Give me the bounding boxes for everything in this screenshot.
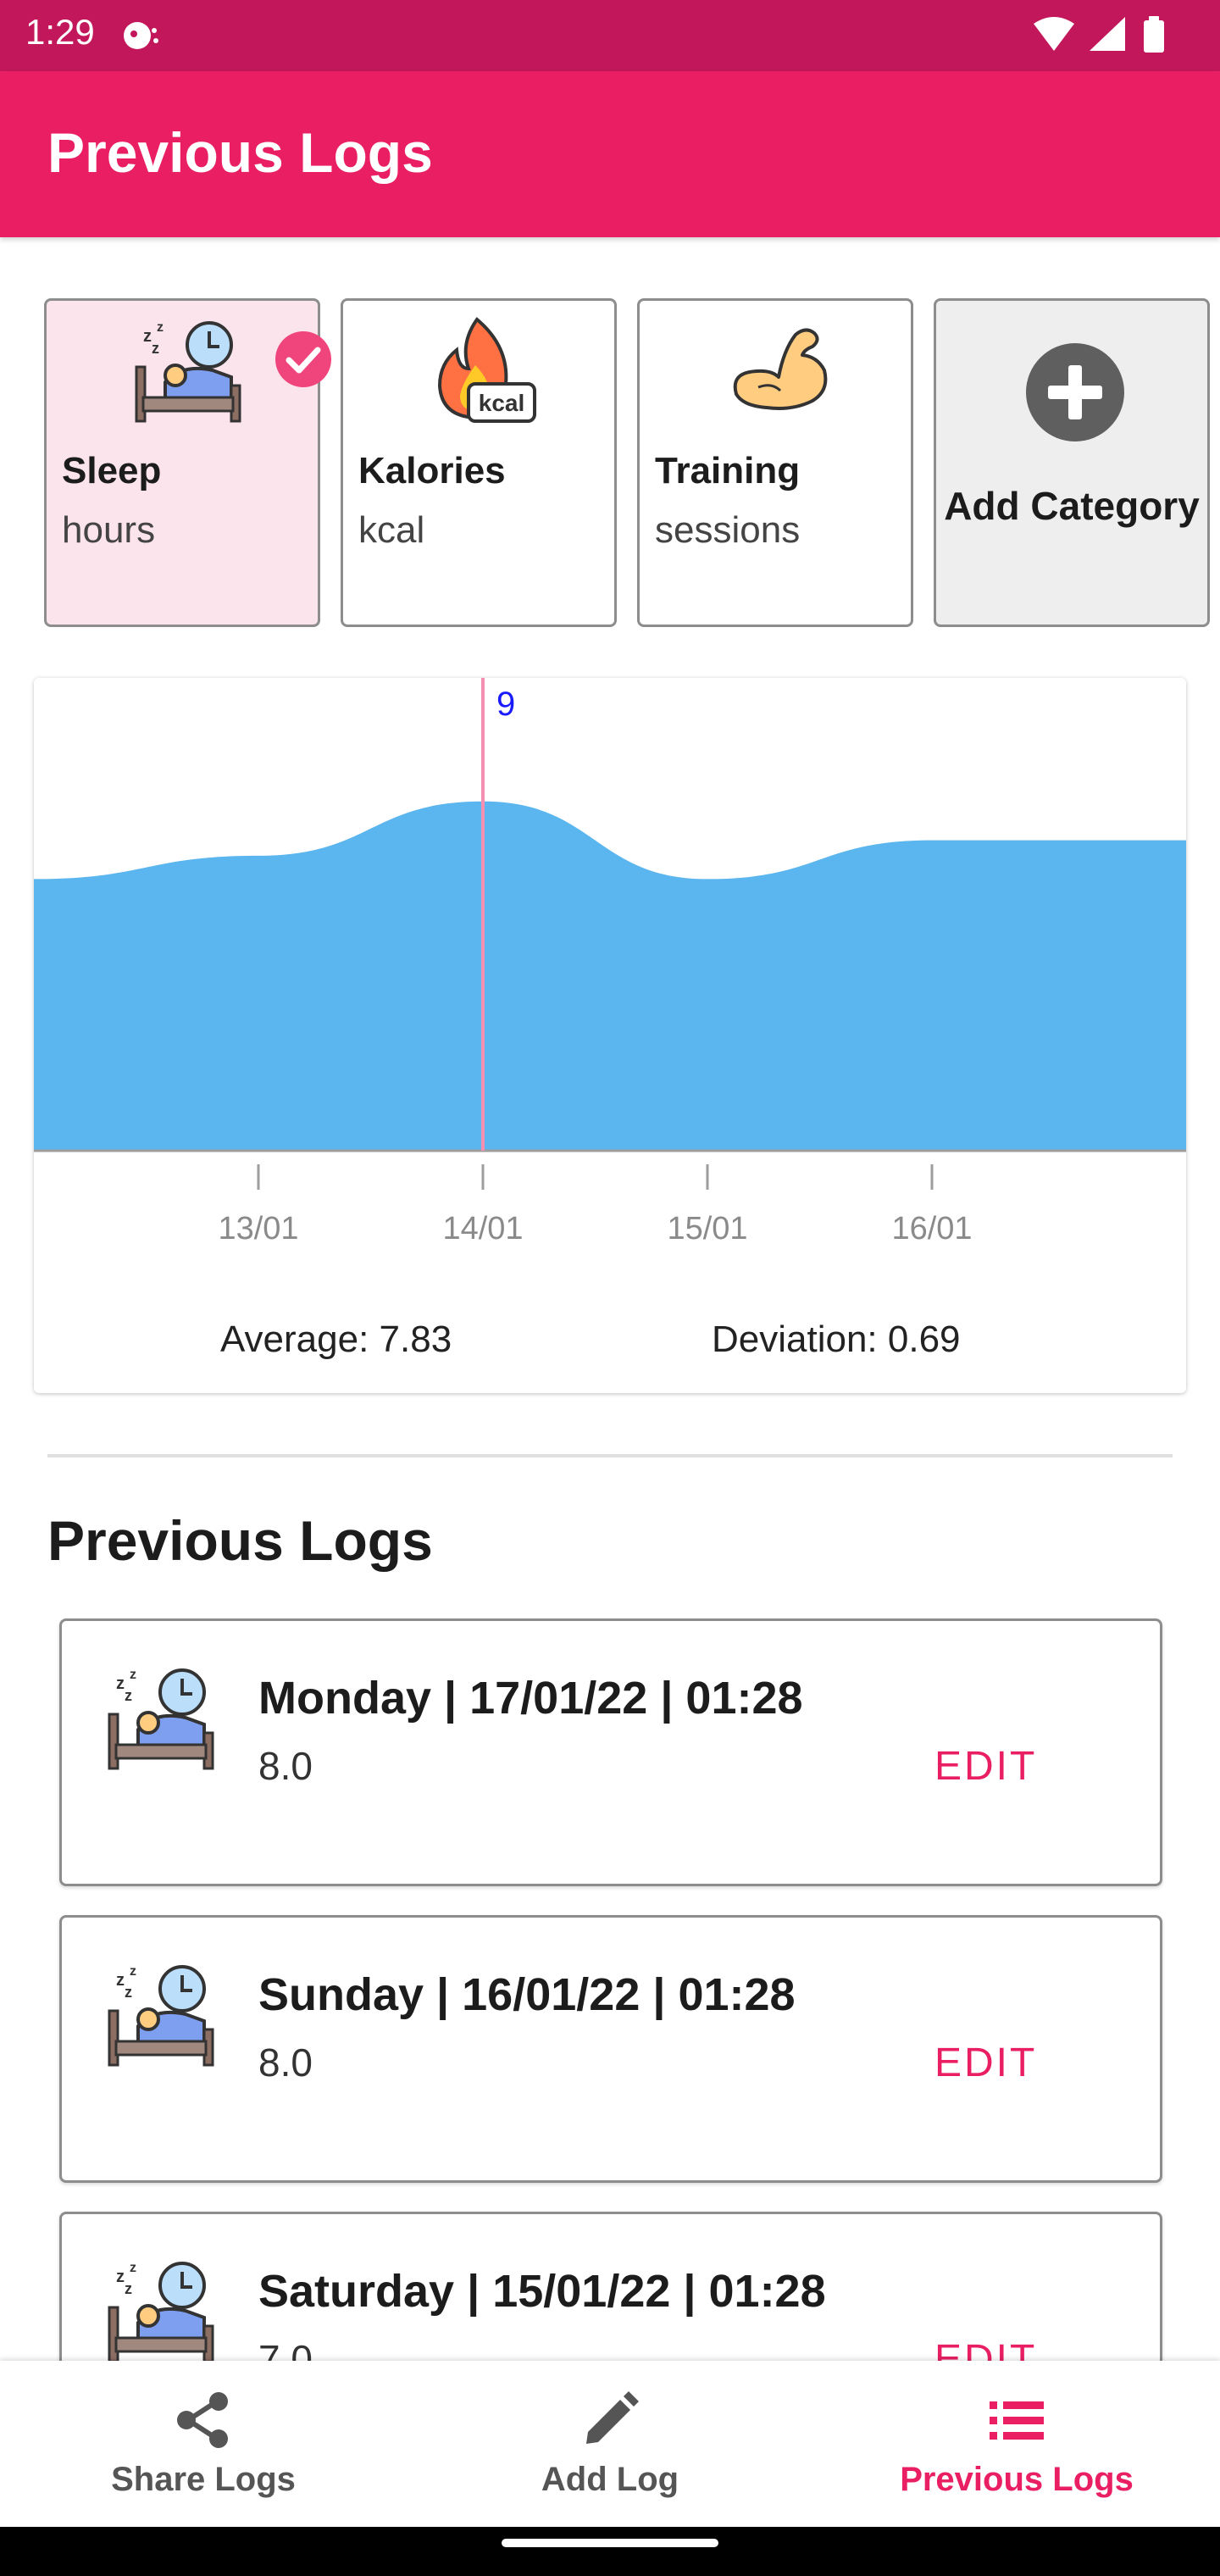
section-title: Previous Logs	[47, 1509, 433, 1572]
sleep-bed-clock-icon: z z z	[135, 320, 241, 423]
svg-text:z: z	[130, 2261, 136, 2275]
kcal-icon-text: kcal	[479, 390, 525, 416]
add-category-button[interactable]: Add Category	[934, 298, 1210, 627]
add-category-label: Add Category	[944, 484, 1200, 528]
svg-text:z: z	[125, 1984, 132, 2001]
svg-text:z: z	[130, 1964, 136, 1979]
plus-circle-icon	[1026, 343, 1124, 441]
log-date: Sunday | 16/01/22 | 01:28	[258, 1969, 796, 2020]
log-date: Saturday | 15/01/22 | 01:28	[258, 2266, 826, 2317]
fire-kcal-icon: kcal	[437, 317, 536, 423]
category-card-sleep[interactable]: z z z Sleep hours	[44, 298, 331, 627]
sleep-bed-clock-icon: z z z	[108, 1964, 214, 2067]
pencil-icon	[586, 2391, 639, 2444]
signal-icon	[1090, 17, 1125, 51]
x-tick-label: 14/01	[442, 1211, 523, 1246]
deviation-stat: Deviation: 0.69	[712, 1319, 961, 1360]
sleep-chart[interactable]: 13/01 14/01 15/01 16/01 9 Average: 7.83 Dev…	[34, 678, 1186, 1393]
svg-text:z: z	[157, 320, 164, 335]
log-item[interactable]: z z z Saturday | 15/01/22 | 01:28 7.0 ED…	[59, 2212, 1162, 2361]
log-value: 8.0	[258, 1744, 313, 1788]
svg-text:z: z	[116, 2268, 125, 2286]
category-card-kalories[interactable]: kcal Kalories kcal	[341, 298, 617, 627]
area-series	[34, 801, 1186, 1151]
notification-icon	[120, 15, 163, 58]
app-bar: Previous Logs	[0, 71, 1220, 237]
x-tick-label: 15/01	[667, 1211, 747, 1246]
share-icon	[177, 2392, 228, 2448]
average-stat: Average: 7.83	[220, 1319, 452, 1360]
bottom-navigation: Share Logs Add Log Previous Logs	[0, 2361, 1220, 2527]
svg-text:z: z	[116, 1971, 125, 1990]
category-unit: kcal	[358, 509, 425, 551]
x-tick-label: 16/01	[891, 1211, 972, 1246]
status-icons	[1030, 14, 1191, 56]
svg-text:z: z	[116, 1674, 125, 1693]
log-date: Monday | 17/01/22 | 01:28	[258, 1673, 803, 1724]
nav-share-logs[interactable]: Share Logs	[0, 2361, 407, 2527]
sleep-bed-clock-icon: z z z	[108, 2261, 214, 2361]
nav-label: Previous Logs	[900, 2461, 1134, 2498]
category-card-training[interactable]: Training sessions	[637, 298, 913, 627]
svg-text:z: z	[143, 327, 152, 346]
divider	[47, 1454, 1173, 1457]
wifi-icon	[1034, 17, 1074, 51]
svg-text:z: z	[125, 1687, 132, 1704]
nav-add-log[interactable]: Add Log	[407, 2361, 813, 2527]
list-icon	[990, 2401, 1044, 2440]
status-time: 1:29	[25, 12, 95, 52]
area-chart: 13/01 14/01 15/01 16/01 9	[34, 678, 1186, 1246]
checkmark-icon	[275, 331, 331, 387]
edit-button[interactable]: EDIT	[934, 2336, 1037, 2361]
nav-label: Add Log	[541, 2461, 679, 2498]
system-navigation-bar	[0, 2527, 1220, 2576]
log-item[interactable]: z z z Monday | 17/01/22 | 01:28 8.0 EDIT	[59, 1618, 1162, 1886]
home-indicator[interactable]	[502, 2539, 718, 2547]
sleep-bed-clock-icon: z z z	[108, 1668, 214, 1770]
battery-icon	[1144, 16, 1164, 53]
highlight-label: 9	[496, 686, 515, 723]
category-name: Sleep	[62, 450, 162, 491]
nav-previous-logs[interactable]: Previous Logs	[813, 2361, 1220, 2527]
svg-text:z: z	[125, 2280, 132, 2297]
svg-text:z: z	[130, 1668, 136, 1682]
log-list[interactable]: z z z Monday | 17/01/22 | 01:28 8.0 EDIT…	[0, 1610, 1220, 2361]
page-title: Previous Logs	[47, 121, 433, 184]
category-name: Training	[655, 450, 801, 491]
log-item[interactable]: z z z Sunday | 16/01/22 | 01:28 8.0 EDIT	[59, 1915, 1162, 2183]
log-value: 7.0	[258, 2337, 313, 2361]
edit-button[interactable]: EDIT	[934, 1743, 1037, 1790]
category-unit: sessions	[655, 509, 801, 551]
category-name: Kalories	[358, 450, 506, 491]
category-unit: hours	[62, 509, 156, 551]
edit-button[interactable]: EDIT	[934, 2040, 1037, 2086]
flexed-bicep-icon	[733, 328, 828, 410]
svg-text:z: z	[152, 340, 159, 357]
x-tick-label: 13/01	[218, 1211, 298, 1246]
nav-label: Share Logs	[111, 2461, 296, 2498]
log-value: 8.0	[258, 2040, 313, 2085]
status-bar: 1:29	[0, 0, 1220, 71]
